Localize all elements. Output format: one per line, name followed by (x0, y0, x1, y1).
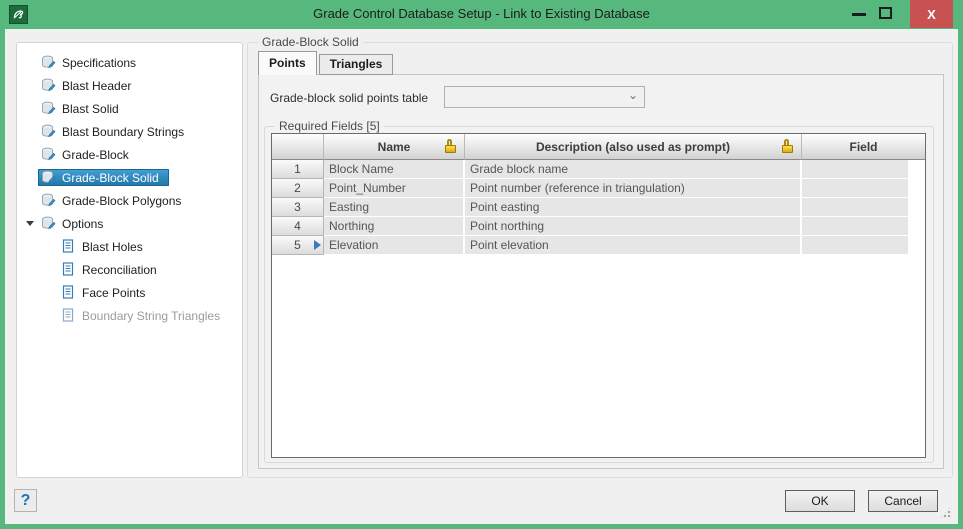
tab-strip: Points Triangles (258, 51, 393, 75)
sidebar-item-grade-block-solid[interactable]: Grade-Block Solid (17, 166, 242, 189)
database-icon (41, 216, 56, 231)
row-header[interactable]: 4 (272, 217, 324, 236)
sidebar-item-blast-holes[interactable]: Blast Holes (17, 235, 242, 258)
sidebar-item-blast-solid[interactable]: Blast Solid (17, 97, 242, 120)
sidebar-item-options[interactable]: Options (17, 212, 242, 235)
maximize-button[interactable] (879, 7, 892, 19)
points-table-combobox[interactable]: ⌄ (444, 86, 645, 108)
sidebar-item-label: Reconciliation (82, 263, 157, 277)
chevron-down-icon[interactable] (26, 212, 38, 235)
sidebar-item-label: Blast Solid (62, 102, 119, 116)
row-header[interactable]: 1 (272, 160, 324, 179)
help-button[interactable]: ? (14, 489, 37, 512)
sidebar-item-grade-block-polygons[interactable]: Grade-Block Polygons (17, 189, 242, 212)
points-table-label: Grade-block solid points table (270, 91, 428, 105)
table-row: 1 Block Name Grade block name (272, 160, 925, 179)
sidebar-item-reconciliation[interactable]: Reconciliation (17, 258, 242, 281)
close-button[interactable]: X (910, 0, 953, 28)
field-cell-extra[interactable] (910, 160, 925, 179)
required-fields-group: Required Fields [5] Name Description (al… (264, 126, 934, 463)
lock-icon (445, 139, 456, 154)
field-cell-extra[interactable] (910, 217, 925, 236)
name-cell: Easting (324, 198, 465, 217)
sidebar-item-label: Blast Header (62, 79, 131, 93)
sidebar-item-label: Grade-Block Polygons (62, 194, 181, 208)
sidebar-item-blast-boundary-strings[interactable]: Blast Boundary Strings (17, 120, 242, 143)
chevron-down-icon: ⌄ (628, 88, 638, 102)
field-cell[interactable] (802, 236, 910, 255)
sidebar-item-label: Blast Boundary Strings (62, 125, 184, 139)
description-cell: Point northing (465, 217, 802, 236)
tab-triangles[interactable]: Triangles (319, 54, 394, 75)
grade-block-solid-group: Grade-Block Solid Points Triangles Grade… (247, 42, 953, 478)
field-cell-extra[interactable] (910, 236, 925, 255)
dialog-window: Grade Control Database Setup - Link to E… (0, 0, 963, 529)
database-icon (41, 193, 56, 208)
sidebar-item-face-points[interactable]: Face Points (17, 281, 242, 304)
sidebar-item-label: Boundary String Triangles (82, 309, 220, 323)
document-icon (61, 239, 76, 254)
database-icon (41, 170, 56, 185)
sidebar-item-specifications[interactable]: Specifications (17, 51, 242, 74)
name-cell: Block Name (324, 160, 465, 179)
field-cell[interactable] (802, 160, 910, 179)
database-icon (41, 124, 56, 139)
row-header[interactable]: 5 (272, 236, 324, 255)
ok-button[interactable]: OK (785, 490, 855, 512)
document-icon (61, 308, 76, 323)
window-title: Grade Control Database Setup - Link to E… (0, 6, 963, 21)
required-fields-table: Name Description (also used as prompt) F… (271, 133, 926, 458)
description-cell: Point elevation (465, 236, 802, 255)
tab-points[interactable]: Points (258, 51, 317, 75)
minimize-button[interactable] (852, 13, 866, 16)
titlebar[interactable]: Grade Control Database Setup - Link to E… (0, 0, 963, 29)
current-row-marker-icon (314, 240, 321, 250)
cancel-button[interactable]: Cancel (868, 490, 938, 512)
field-cell-extra[interactable] (910, 179, 925, 198)
sidebar-tree: Specifications Blast Header Blast Solid … (16, 42, 243, 478)
document-icon (61, 285, 76, 300)
description-cell: Grade block name (465, 160, 802, 179)
name-cell: Elevation (324, 236, 465, 255)
database-icon (41, 101, 56, 116)
row-header[interactable]: 2 (272, 179, 324, 198)
description-cell: Point number (reference in triangulation… (465, 179, 802, 198)
database-icon (41, 55, 56, 70)
field-cell-extra[interactable] (910, 198, 925, 217)
database-icon (41, 78, 56, 93)
sidebar-item-label: Blast Holes (82, 240, 143, 254)
field-cell[interactable] (802, 217, 910, 236)
table-row: 4 Northing Point northing (272, 217, 925, 236)
dialog-content: Specifications Blast Header Blast Solid … (5, 29, 958, 524)
sidebar-item-blast-header[interactable]: Blast Header (17, 74, 242, 97)
points-tab-page: Grade-block solid points table ⌄ Require… (258, 74, 944, 469)
row-header[interactable]: 3 (272, 198, 324, 217)
sidebar-item-grade-block[interactable]: Grade-Block (17, 143, 242, 166)
table-header-row: Name Description (also used as prompt) F… (272, 134, 925, 160)
column-header-field[interactable]: Field (802, 134, 925, 160)
field-cell[interactable] (802, 179, 910, 198)
column-header-name[interactable]: Name (324, 134, 465, 160)
table-row: 3 Easting Point easting (272, 198, 925, 217)
corner-header-cell[interactable] (272, 134, 324, 160)
sidebar-item-label: Options (62, 217, 103, 231)
field-cell[interactable] (802, 198, 910, 217)
database-icon (41, 147, 56, 162)
sidebar-item-label: Specifications (62, 56, 136, 70)
sidebar-item-label: Face Points (82, 286, 145, 300)
table-row: 2 Point_Number Point number (reference i… (272, 179, 925, 198)
name-cell: Point_Number (324, 179, 465, 198)
sidebar-item-boundary-string-triangles[interactable]: Boundary String Triangles (17, 304, 242, 327)
group-title: Required Fields [5] (275, 119, 384, 133)
sidebar-item-label: Grade-Block Solid (62, 171, 159, 185)
column-header-description[interactable]: Description (also used as prompt) (465, 134, 802, 160)
name-cell: Northing (324, 217, 465, 236)
resize-grip[interactable] (939, 506, 952, 519)
document-icon (61, 262, 76, 277)
group-title: Grade-Block Solid (258, 35, 363, 49)
table-row: 5 Elevation Point elevation (272, 236, 925, 255)
lock-icon (782, 139, 793, 154)
description-cell: Point easting (465, 198, 802, 217)
sidebar-item-label: Grade-Block (62, 148, 129, 162)
